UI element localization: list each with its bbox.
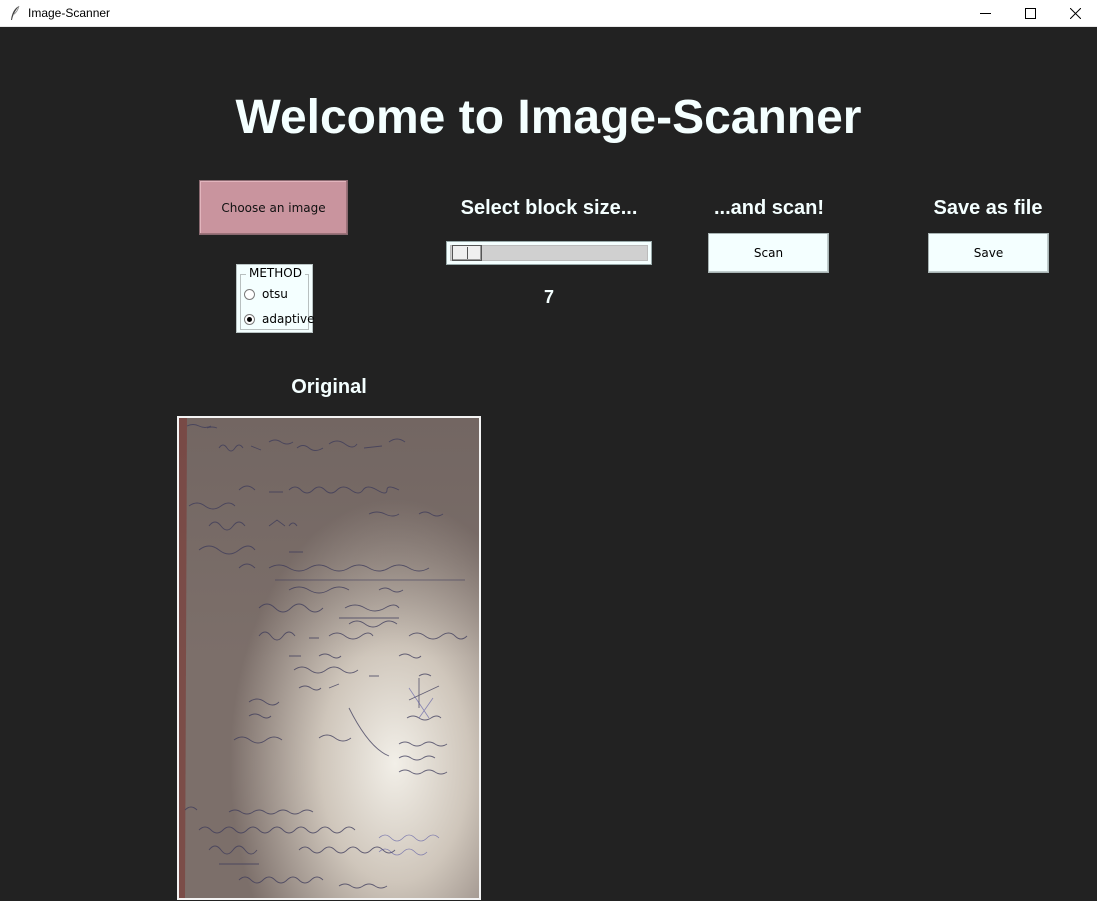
window-title-bar[interactable]: Image-Scanner xyxy=(0,0,1097,27)
choose-image-button[interactable]: Choose an image xyxy=(199,180,348,235)
block-size-label: Select block size... xyxy=(460,197,638,219)
slider-thumb[interactable] xyxy=(452,245,482,261)
radio-adaptive[interactable] xyxy=(244,313,255,325)
block-size-slider[interactable] xyxy=(446,241,652,265)
maximize-icon xyxy=(1024,8,1036,19)
block-size-value: 7 xyxy=(543,287,554,307)
window-title: Image-Scanner xyxy=(28,6,111,20)
original-label: Original xyxy=(291,376,367,398)
save-label: Save as file xyxy=(933,197,1043,219)
radio-adaptive-label: adaptive xyxy=(262,312,315,326)
method-group: METHOD otsu adaptive xyxy=(236,264,314,333)
original-image xyxy=(179,418,479,898)
slider-trough[interactable] xyxy=(450,245,648,261)
method-option-otsu[interactable]: otsu xyxy=(244,287,288,301)
minimize-icon xyxy=(979,13,991,14)
original-image-preview xyxy=(177,416,481,900)
minimize-button[interactable] xyxy=(962,0,1008,27)
save-button[interactable]: Save xyxy=(928,233,1049,273)
close-button[interactable] xyxy=(1052,0,1097,27)
method-option-adaptive[interactable]: adaptive xyxy=(244,312,314,326)
radio-otsu[interactable] xyxy=(244,288,255,300)
method-legend: METHOD xyxy=(246,266,305,280)
maximize-button[interactable] xyxy=(1007,0,1053,27)
scan-label: ...and scan! xyxy=(713,197,825,219)
close-icon xyxy=(1069,8,1081,19)
page-title: Welcome to Image-Scanner xyxy=(235,91,862,144)
radio-otsu-label: otsu xyxy=(262,287,288,301)
feather-icon xyxy=(11,5,20,20)
scan-button[interactable]: Scan xyxy=(708,233,829,273)
